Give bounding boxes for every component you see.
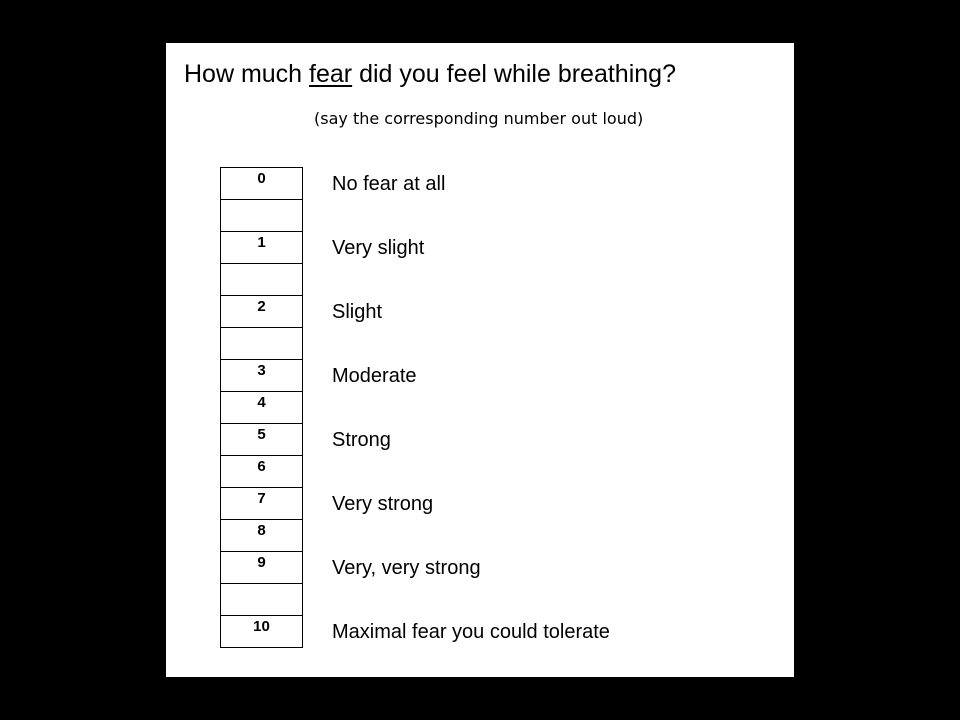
title-suffix: did you feel while breathing? xyxy=(352,60,676,88)
rating-scale: 0 1 2 3 4 5 6 7 8 9 10 xyxy=(220,167,303,648)
question-title: How much fear did you feel while breathi… xyxy=(184,59,676,89)
scale-cell-blank xyxy=(220,263,303,296)
scale-label: Strong xyxy=(332,429,391,451)
scale-cell: 5 xyxy=(220,423,303,456)
scale-cell-blank xyxy=(220,199,303,232)
scale-row: 10 xyxy=(220,615,303,648)
scale-cell: 8 xyxy=(220,519,303,552)
scale-cell: 0 xyxy=(220,167,303,200)
scale-label: Very strong xyxy=(332,493,434,515)
scale-row: 7 xyxy=(220,487,303,520)
scale-label: Moderate xyxy=(332,365,417,387)
scale-label: No fear at all xyxy=(332,173,446,195)
scale-row xyxy=(220,327,303,360)
scale-cell: 4 xyxy=(220,391,303,424)
scale-label: Very slight xyxy=(332,237,425,259)
scale-cell: 3 xyxy=(220,359,303,392)
scale-row: 5 xyxy=(220,423,303,456)
scale-row: 8 xyxy=(220,519,303,552)
scale-cell-blank xyxy=(220,327,303,360)
scale-cell: 7 xyxy=(220,487,303,520)
scale-row xyxy=(220,263,303,296)
scale-label: Slight xyxy=(332,301,383,323)
instruction-text: (say the corresponding number out loud) xyxy=(314,109,644,128)
title-emphasis: fear xyxy=(309,60,353,88)
scale-row: 0 xyxy=(220,167,303,200)
scale-row: 1 xyxy=(220,231,303,264)
scale-cell: 6 xyxy=(220,455,303,488)
title-prefix: How much xyxy=(184,60,310,88)
scale-row: 9 xyxy=(220,551,303,584)
scale-row: 2 xyxy=(220,295,303,328)
slide: How much fear did you feel while breathi… xyxy=(0,0,960,720)
scale-row xyxy=(220,199,303,232)
scale-row: 3 xyxy=(220,359,303,392)
scale-row: 4 xyxy=(220,391,303,424)
scale-row xyxy=(220,583,303,616)
scale-cell: 1 xyxy=(220,231,303,264)
scale-cell: 10 xyxy=(220,615,303,648)
scale-cell: 9 xyxy=(220,551,303,584)
scale-label: Very, very strong xyxy=(332,557,481,579)
scale-row: 6 xyxy=(220,455,303,488)
content-panel: How much fear did you feel while breathi… xyxy=(166,43,794,677)
scale-label: Maximal fear you could tolerate xyxy=(332,621,610,643)
scale-cell: 2 xyxy=(220,295,303,328)
scale-cell-blank xyxy=(220,583,303,616)
